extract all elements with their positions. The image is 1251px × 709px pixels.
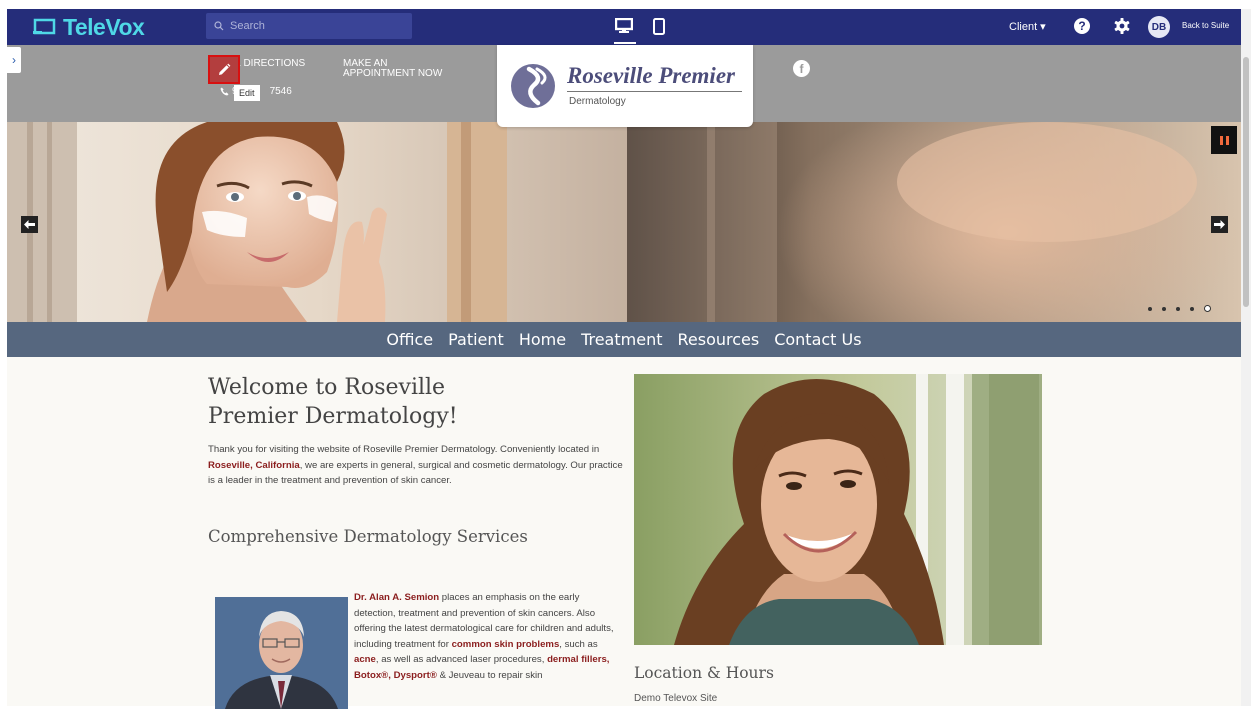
scrollbar-thumb[interactable]	[1243, 57, 1249, 307]
edit-button[interactable]	[208, 55, 240, 84]
doctor-text-2: , such as	[559, 638, 598, 650]
nav-item-home[interactable]: Home	[519, 330, 566, 349]
active-view-indicator	[614, 42, 636, 44]
edit-tooltip: Edit	[234, 85, 260, 101]
prev-slide-button[interactable]	[21, 216, 38, 233]
brand-emblem-icon	[511, 64, 555, 108]
doctor-paragraph: Dr. Alan A. Semion places an emphasis on…	[354, 590, 616, 683]
nav-item-patient[interactable]: Patient	[448, 330, 504, 349]
site-header: › & DIRECTIONS MAKE AN APPOINTMENT NOW 9…	[7, 45, 1241, 127]
main-nav: Office Patient Home Treatment Resources …	[7, 322, 1241, 357]
back-to-suite-link[interactable]: Back to Suite	[1182, 21, 1229, 30]
doctor-photo	[215, 597, 348, 709]
intro-text-1: Thank you for visiting the website of Ro…	[208, 444, 600, 455]
desktop-view-icon[interactable]	[614, 15, 634, 37]
search-input[interactable]	[228, 19, 402, 33]
pause-slideshow-button[interactable]	[1211, 126, 1237, 154]
chevron-right-icon[interactable]: ›	[7, 47, 21, 73]
slide-dot-active[interactable]	[1204, 305, 1211, 312]
hero-slideshow[interactable]	[7, 122, 1241, 322]
arrow-right-icon	[1214, 220, 1225, 229]
client-dropdown[interactable]: Client ▾	[1009, 20, 1046, 33]
doctor-name-link[interactable]: Dr. Alan A. Semion	[354, 592, 439, 603]
brand-subtitle: Dermatology	[569, 96, 626, 107]
help-icon[interactable]: ?	[1074, 18, 1090, 34]
slide-indicators	[1148, 305, 1211, 312]
brand-rule	[567, 91, 742, 92]
mobile-view-icon[interactable]	[649, 15, 669, 37]
doctor-text-3: , as well as advanced laser procedures,	[375, 654, 548, 665]
app-topbar: TeleVox Client ▾ ? DB Back to Suite	[7, 9, 1241, 45]
location-heading: Location & Hours	[634, 664, 774, 682]
page-title: Welcome to Roseville Premier Dermatology…	[208, 375, 458, 429]
nav-item-treatment[interactable]: Treatment	[581, 330, 662, 349]
slide-dot[interactable]	[1190, 306, 1194, 311]
appointment-line-2: APPOINTMENT NOW	[343, 68, 443, 79]
slide-dot[interactable]	[1162, 306, 1166, 311]
next-slide-button[interactable]	[1211, 216, 1228, 233]
nav-item-contact-us[interactable]: Contact Us	[774, 330, 861, 349]
arrow-left-icon	[24, 220, 35, 229]
acne-link[interactable]: acne	[354, 654, 376, 665]
nav-item-office[interactable]: Office	[386, 330, 433, 349]
nav-item-resources[interactable]: Resources	[677, 330, 759, 349]
slide-dot[interactable]	[1176, 306, 1180, 311]
hero-image	[7, 122, 1241, 322]
page-scrollbar[interactable]	[1241, 9, 1251, 706]
facebook-icon[interactable]: f	[793, 60, 810, 77]
logo-icon	[33, 18, 56, 35]
intro-paragraph: Thank you for visiting the website of Ro…	[208, 442, 628, 489]
doctor-text-4: & Jeuveau to repair skin	[436, 669, 543, 681]
phone-icon	[220, 87, 229, 96]
skin-problems-link[interactable]: common skin problems	[452, 639, 560, 650]
search-box[interactable]	[206, 13, 412, 39]
location-link[interactable]: Roseville, California	[208, 460, 300, 471]
slide-dot[interactable]	[1148, 306, 1152, 311]
gear-icon[interactable]	[1113, 17, 1131, 40]
directions-link[interactable]: & DIRECTIONS	[234, 59, 305, 69]
brand-logo[interactable]: Roseville Premier Dermatology	[497, 45, 753, 127]
location-name: Demo Televox Site	[634, 693, 718, 704]
main-content: Welcome to Roseville Premier Dermatology…	[7, 357, 1241, 709]
services-heading: Comprehensive Dermatology Services	[208, 527, 528, 546]
smiling-woman-photo	[634, 374, 1042, 645]
brand-name: Roseville Premier	[567, 63, 735, 88]
phone-suffix: 7546	[269, 86, 292, 97]
logo-text: TeleVox	[63, 13, 145, 40]
televox-logo[interactable]: TeleVox	[33, 13, 145, 41]
appointment-link[interactable]: MAKE AN APPOINTMENT NOW	[343, 59, 442, 79]
pencil-icon	[219, 63, 231, 75]
search-icon	[214, 21, 224, 31]
avatar[interactable]: DB	[1148, 16, 1170, 38]
